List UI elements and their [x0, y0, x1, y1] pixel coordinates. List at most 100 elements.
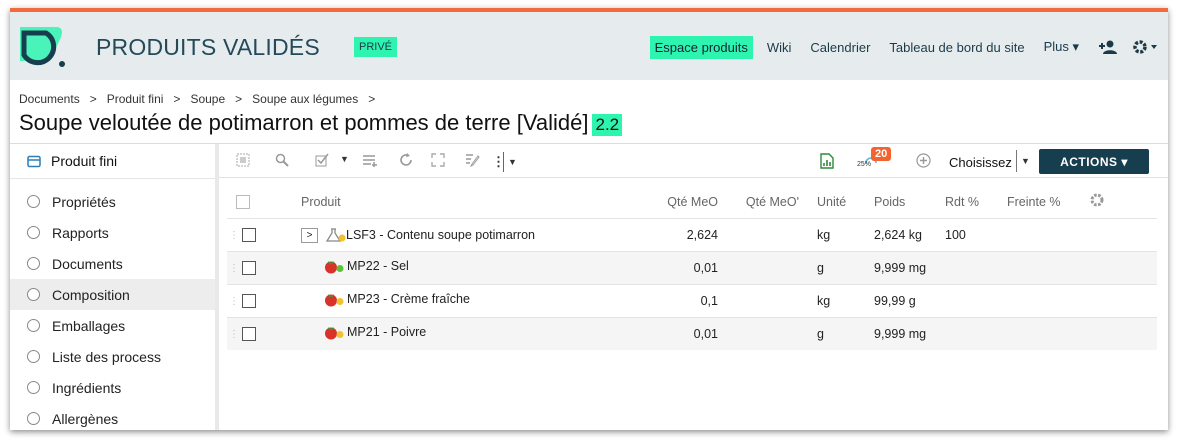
drag-handle-icon[interactable]: ⋮	[229, 263, 239, 274]
cell-qte-meo: 0,01	[646, 316, 736, 350]
radio-icon	[27, 319, 40, 332]
sidebar-item-ingredients[interactable]: Ingrédients	[10, 372, 215, 403]
column-settings-icon[interactable]	[1089, 192, 1105, 208]
cell-unite: g	[817, 316, 874, 350]
sidebar-item-rapports[interactable]: Rapports	[10, 217, 215, 248]
product-name[interactable]: LSF3 - Contenu soupe potimarron	[346, 228, 535, 242]
breadcrumb-soupe[interactable]: Soupe	[190, 92, 225, 106]
cell-poids: 9,999 mg	[874, 316, 945, 350]
drag-handle-icon[interactable]: ⋮	[229, 230, 239, 241]
sidebar-header[interactable]: Produit fini	[10, 144, 215, 179]
select-all-checkbox[interactable]	[236, 195, 250, 210]
breadcrumb-separator: >	[235, 92, 243, 106]
column-header-qte-meo[interactable]: Qté MeO	[646, 186, 736, 218]
row-checkbox[interactable]	[242, 327, 256, 342]
main-content: ▼ ⋮ ▼ 25% 20 Choisissez ▼ ACTIONS ▾ Prod…	[219, 144, 1168, 430]
version-badge: 2.2	[592, 114, 623, 136]
app-window: PRODUITS VALIDÉS PRIVÉ Espace produits W…	[10, 8, 1168, 430]
cell-rdt	[945, 316, 1007, 350]
nav-tableau-de-bord[interactable]: Tableau de bord du site	[884, 36, 1029, 59]
document-title: Soupe veloutée de potimarron et pommes d…	[19, 110, 589, 135]
choose-select[interactable]: Choisissez	[949, 155, 1012, 170]
table-row[interactable]: ⋮ MP23 - Crème fraîche 0,1 kg 99,99 g	[227, 283, 1157, 317]
product-name[interactable]: MP23 - Crème fraîche	[347, 292, 470, 306]
expand-icon[interactable]	[431, 153, 445, 167]
actions-button[interactable]: ACTIONS ▾	[1039, 149, 1149, 174]
cell-unite: kg	[817, 283, 874, 317]
grid-view-icon[interactable]	[236, 153, 250, 167]
column-header-produit[interactable]: Produit	[301, 186, 646, 218]
product-name[interactable]: MP22 - Sel	[347, 259, 409, 273]
cell-freinte	[1007, 250, 1089, 284]
nav-calendrier[interactable]: Calendrier	[805, 36, 875, 59]
top-navigation: Espace produits Wiki Calendrier Tableau …	[641, 35, 1168, 59]
search-icon[interactable]	[275, 153, 289, 167]
sidebar-item-label: Composition	[52, 286, 130, 303]
row-checkbox[interactable]	[242, 260, 256, 275]
row-checkbox[interactable]	[242, 227, 256, 242]
site-title: PRODUITS VALIDÉS	[96, 34, 320, 60]
add-user-icon[interactable]	[1098, 39, 1118, 55]
radio-icon	[27, 288, 40, 301]
sidebar-item-emballages[interactable]: Emballages	[10, 310, 215, 341]
drag-handle-icon[interactable]: ⋮	[229, 296, 239, 307]
list-add-icon[interactable]	[362, 153, 378, 167]
column-header-poids[interactable]: Poids	[874, 186, 945, 218]
column-header-unite[interactable]: Unité	[817, 186, 874, 218]
toolbar: ▼ ⋮ ▼ 25% 20 Choisissez ▼ ACTIONS ▾	[219, 144, 1168, 178]
edit-icon[interactable]	[465, 153, 480, 167]
select-checkbox-icon[interactable]	[315, 153, 329, 167]
sidebar-item-liste-des-process[interactable]: Liste des process	[10, 341, 215, 372]
row-checkbox[interactable]	[242, 293, 256, 308]
product-name[interactable]: MP21 - Poivre	[347, 325, 426, 339]
cell-unite: kg	[817, 217, 874, 251]
nav-wiki[interactable]: Wiki	[762, 36, 797, 59]
breadcrumb-produit-fini[interactable]: Produit fini	[107, 92, 164, 106]
column-settings-cell	[1089, 186, 1157, 218]
expand-row-icon[interactable]: >	[301, 227, 318, 243]
spreadsheet-export-icon[interactable]	[820, 153, 834, 169]
chevron-down-icon[interactable]: ▼	[1016, 150, 1030, 172]
column-header-freinte[interactable]: Freinte %	[1007, 186, 1089, 218]
chevron-down-icon[interactable]: ▼	[340, 154, 349, 164]
logo-icon[interactable]	[16, 21, 66, 69]
cell-freinte	[1007, 283, 1089, 317]
count-badge: 20	[871, 147, 892, 161]
sidebar: Produit fini Propriétés Rapports Documen…	[10, 144, 215, 430]
sidebar-item-label: Documents	[52, 255, 123, 272]
nav-plus-menu[interactable]: Plus ▾	[1039, 35, 1084, 59]
cell-poids: 99,99 g	[874, 283, 945, 317]
sidebar-item-label: Liste des process	[52, 348, 161, 365]
sidebar-item-allergenes[interactable]: Allergènes	[10, 403, 215, 430]
gear-icon[interactable]	[1132, 39, 1158, 55]
breadcrumb: Documents > Produit fini > Soupe > Soupe…	[19, 92, 385, 106]
drag-handle-icon[interactable]: ⋮	[229, 329, 239, 340]
breadcrumb-separator: >	[368, 92, 376, 106]
tomato-icon	[325, 260, 344, 273]
refresh-icon[interactable]	[399, 153, 413, 167]
cell-freinte	[1007, 316, 1089, 350]
sidebar-item-documents[interactable]: Documents	[10, 248, 215, 279]
cell-qte-meo-prime	[736, 283, 817, 317]
cell-rdt: 100	[945, 217, 1007, 251]
chevron-down-icon[interactable]: ▼	[503, 152, 517, 172]
table-row[interactable]: ⋮ > LSF3 - Contenu soupe potimarron 2,624…	[227, 217, 1157, 251]
sidebar-item-composition[interactable]: Composition	[10, 279, 215, 310]
sidebar-item-label: Rapports	[52, 224, 109, 241]
radio-icon	[27, 257, 40, 270]
table-row[interactable]: ⋮ MP22 - Sel 0,01 g 9,999 mg	[227, 250, 1157, 284]
add-circle-icon[interactable]	[916, 153, 931, 168]
sidebar-item-proprietes[interactable]: Propriétés	[10, 186, 215, 217]
column-header-qte-meo-prime[interactable]: Qté MeO'	[736, 186, 817, 218]
table-row[interactable]: ⋮ MP21 - Poivre 0,01 g 9,999 mg	[227, 316, 1157, 350]
breadcrumb-soupe-aux-legumes[interactable]: Soupe aux légumes	[252, 92, 358, 106]
site-header: PRODUITS VALIDÉS PRIVÉ Espace produits W…	[10, 12, 1168, 80]
breadcrumb-documents[interactable]: Documents	[19, 92, 80, 106]
table-header-row: Produit Qté MeO Qté MeO' Unité Poids Rdt…	[227, 186, 1157, 218]
radio-icon	[27, 226, 40, 239]
column-header-rdt[interactable]: Rdt %	[945, 186, 1007, 218]
cell-qte-meo: 0,1	[646, 283, 736, 317]
sidebar-item-label: Propriétés	[52, 193, 116, 210]
cell-qte-meo: 0,01	[646, 250, 736, 284]
nav-espace-produits[interactable]: Espace produits	[649, 35, 753, 59]
